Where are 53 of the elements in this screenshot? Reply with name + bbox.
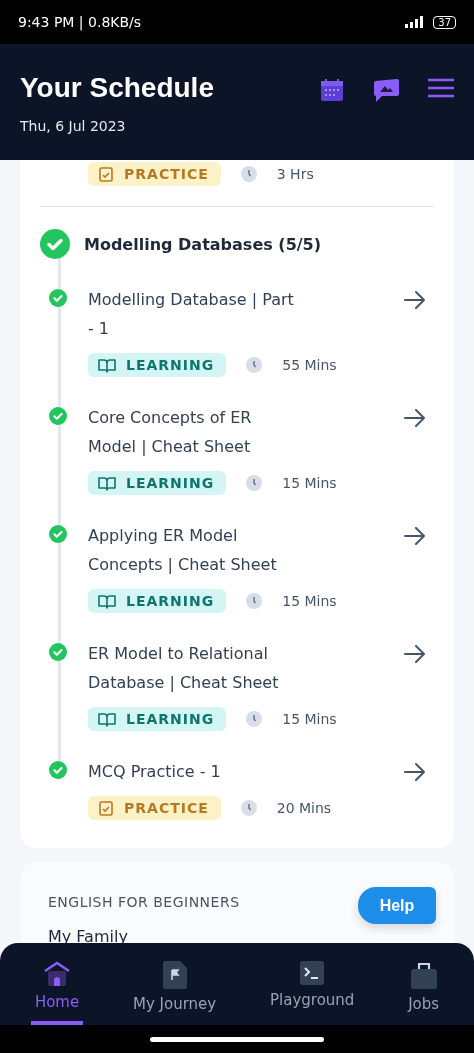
book-icon bbox=[98, 593, 116, 609]
lesson-title[interactable]: Modelling Database | Part - 1 bbox=[88, 285, 300, 343]
signal-icon bbox=[405, 16, 426, 28]
lesson-title[interactable]: Core Concepts of ER Model | Cheat Sheet bbox=[88, 403, 300, 461]
chat-image-icon[interactable] bbox=[372, 78, 400, 104]
section-title: Modelling Databases (5/5) bbox=[84, 234, 322, 254]
arrow-right-icon[interactable] bbox=[404, 409, 426, 427]
book-icon bbox=[98, 711, 116, 727]
battery-indicator: 37 bbox=[433, 15, 456, 29]
clipboard-check-icon bbox=[98, 800, 114, 816]
nav-tab[interactable]: My Journey bbox=[129, 961, 221, 1025]
lesson-title[interactable]: Applying ER Model Concepts | Cheat Sheet bbox=[88, 521, 300, 579]
arrow-right-icon[interactable] bbox=[404, 763, 426, 781]
tag-label: LEARNING bbox=[126, 711, 215, 727]
terminal-icon bbox=[300, 961, 325, 985]
date-label: Thu, 6 Jul 2023 bbox=[20, 118, 127, 134]
duration: 20 Mins bbox=[276, 800, 332, 816]
duration: 15 Mins bbox=[282, 711, 337, 727]
clock-icon bbox=[246, 475, 263, 491]
duration: 15 Mins bbox=[282, 593, 337, 609]
tag-label: PRACTICE bbox=[124, 800, 209, 816]
tag-label: LEARNING bbox=[126, 357, 215, 373]
book-icon bbox=[98, 475, 116, 491]
arrow-right-icon[interactable] bbox=[404, 527, 426, 545]
arrow-right-icon[interactable] bbox=[404, 645, 426, 663]
nav-tab[interactable]: Playground bbox=[266, 961, 359, 1025]
lesson-title[interactable]: ER Model to Relational Database | Cheat Sheet bbox=[88, 639, 300, 697]
clock-icon bbox=[246, 357, 263, 373]
flag-document-icon bbox=[162, 961, 187, 989]
clock-icon bbox=[246, 593, 263, 609]
tag-label: LEARNING bbox=[126, 593, 215, 609]
duration: 3 Hrs bbox=[276, 166, 314, 182]
clock-icon bbox=[240, 800, 257, 816]
clipboard-check-icon bbox=[98, 166, 114, 182]
calendar-icon[interactable] bbox=[320, 78, 344, 102]
page-title: Your Schedule bbox=[20, 72, 214, 104]
course-title: ENGLISH FOR BEGINNERS bbox=[48, 894, 240, 910]
home-indicator[interactable] bbox=[150, 1036, 324, 1042]
menu-icon[interactable] bbox=[428, 78, 454, 98]
duration: 15 Mins bbox=[282, 475, 337, 491]
arrow-right-icon[interactable] bbox=[404, 291, 426, 309]
house-icon bbox=[43, 961, 72, 987]
book-icon bbox=[98, 357, 116, 373]
lesson-title[interactable]: My Family bbox=[48, 927, 426, 945]
lesson-title[interactable]: MCQ Practice - 1 bbox=[88, 757, 300, 786]
duration: 55 Mins bbox=[282, 357, 337, 373]
tag-label: PRACTICE bbox=[124, 166, 209, 182]
nav-tab[interactable]: Jobs bbox=[404, 961, 444, 1025]
status-time: 9:43 PM | 0.8KB/s bbox=[18, 14, 142, 30]
clock-icon bbox=[240, 166, 257, 182]
briefcase-icon bbox=[410, 961, 437, 989]
clock-icon bbox=[246, 711, 263, 727]
tag-label: LEARNING bbox=[126, 475, 215, 491]
